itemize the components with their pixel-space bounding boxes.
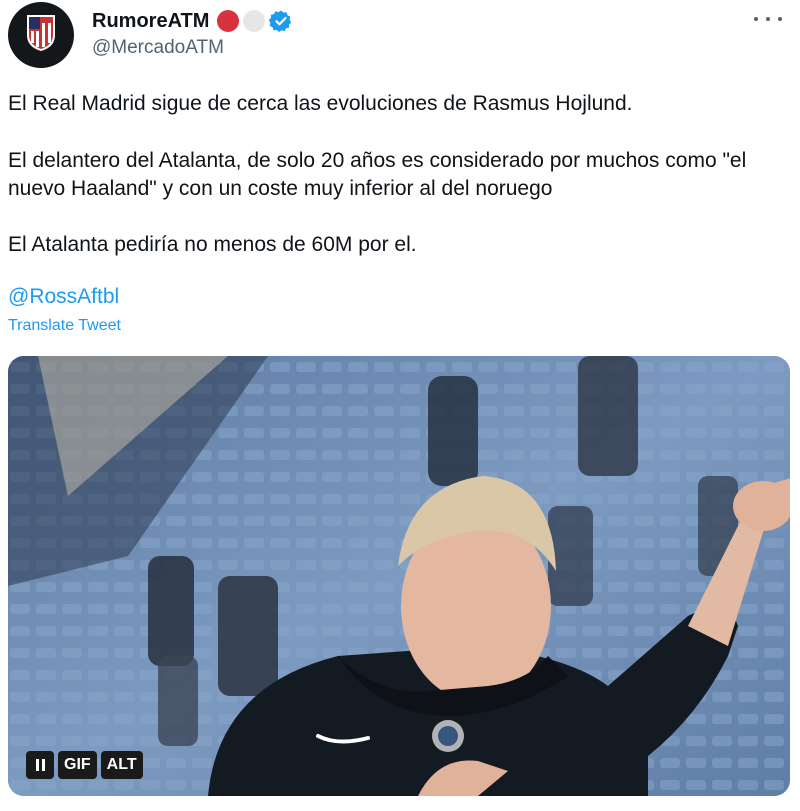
tweet-paragraph: El Real Madrid sigue de cerca las evoluc… xyxy=(8,92,633,115)
pause-icon[interactable] xyxy=(26,751,54,779)
alt-button[interactable]: ALT xyxy=(100,751,143,779)
user-name-row: RumoreATM xyxy=(92,6,293,36)
avatar-crest-icon xyxy=(27,15,55,51)
gif-media[interactable]: GIF ALT xyxy=(8,356,790,796)
gif-badge: GIF xyxy=(58,751,97,779)
white-circle-icon xyxy=(243,10,266,32)
mention-link[interactable]: @RossAftbl xyxy=(8,285,119,309)
gif-controls: GIF ALT xyxy=(26,751,143,779)
user-handle[interactable]: @MercadoATM xyxy=(92,37,224,59)
translate-tweet-link[interactable]: Translate Tweet xyxy=(8,317,121,335)
verified-icon xyxy=(269,10,292,32)
display-name[interactable]: RumoreATM xyxy=(92,10,209,33)
gif-frame-image xyxy=(8,356,790,796)
tweet-paragraph: El delantero del Atalanta, de solo 20 añ… xyxy=(8,149,747,200)
avatar[interactable] xyxy=(8,2,74,68)
red-circle-icon xyxy=(217,10,240,32)
more-icon[interactable] xyxy=(754,8,782,30)
tweet-paragraph: El Atalanta pediría no menos de 60M por … xyxy=(8,233,417,256)
